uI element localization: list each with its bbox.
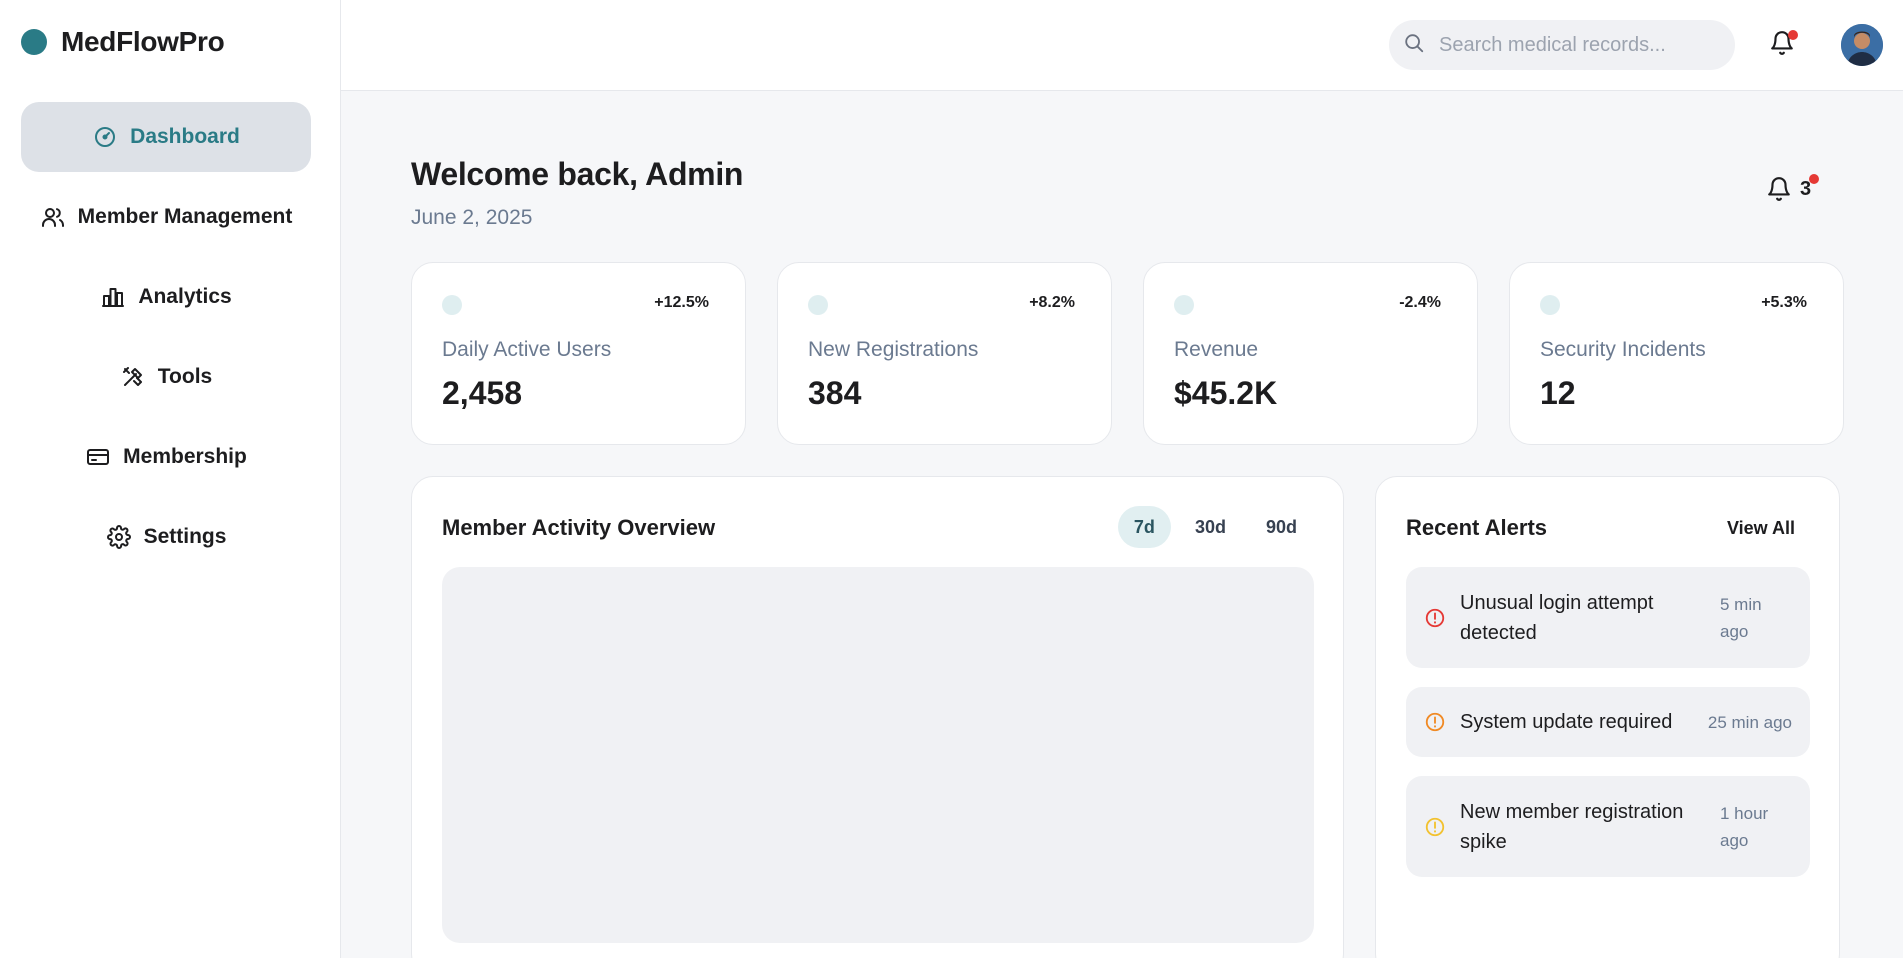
range-90d-button[interactable]: 90d bbox=[1250, 506, 1313, 548]
alert-text: System update required bbox=[1460, 711, 1673, 733]
alert-text: Unusual login attempt detected bbox=[1460, 591, 1654, 644]
stat-indicator-icon bbox=[1174, 295, 1194, 315]
alert-circle-icon bbox=[1424, 816, 1446, 838]
stat-label: Revenue bbox=[1174, 338, 1259, 361]
stat-change: +8.2% bbox=[1029, 294, 1075, 311]
alert-circle-icon bbox=[1424, 607, 1446, 629]
alert-circle-icon bbox=[1424, 711, 1446, 733]
alert-item[interactable]: New member registration spike 1 hour ago bbox=[1406, 776, 1810, 877]
alert-item[interactable]: System update required 25 min ago bbox=[1406, 687, 1810, 757]
users-icon bbox=[40, 204, 66, 230]
stat-value: 2,458 bbox=[442, 375, 523, 411]
stat-value: 12 bbox=[1540, 375, 1576, 411]
brand[interactable]: MedFlowPro bbox=[21, 26, 225, 58]
alert-time: 5 min ago bbox=[1720, 594, 1762, 641]
stat-label: New Registrations bbox=[808, 338, 979, 361]
stat-value: $45.2K bbox=[1174, 375, 1278, 411]
page-title: Welcome back, Admin bbox=[411, 156, 744, 192]
card-icon bbox=[85, 444, 111, 470]
sidebar-item-label: Tools bbox=[157, 365, 213, 388]
alert-text: New member registration spike bbox=[1460, 800, 1684, 853]
sidebar-item-membership[interactable]: Membership bbox=[21, 422, 311, 492]
card-title: Member Activity Overview bbox=[442, 515, 716, 540]
stat-change: -2.4% bbox=[1399, 294, 1441, 311]
sidebar-item-label: Settings bbox=[143, 525, 227, 548]
member-activity-card: Member Activity Overview 7d 30d 90d bbox=[411, 476, 1344, 958]
card-title: Recent Alerts bbox=[1406, 515, 1548, 540]
page-date: June 2, 2025 bbox=[411, 206, 533, 229]
search-bar[interactable] bbox=[1389, 20, 1735, 70]
sidebar-item-settings[interactable]: Settings bbox=[21, 502, 311, 572]
stat-label: Daily Active Users bbox=[442, 338, 612, 361]
notification-dot bbox=[1809, 174, 1819, 184]
alert-item[interactable]: Unusual login attempt detected 5 min ago bbox=[1406, 567, 1810, 668]
sidebar-item-dashboard[interactable]: Dashboard bbox=[21, 102, 311, 172]
sidebar-nav: Dashboard Member Management Analytics To… bbox=[21, 102, 311, 582]
gear-icon bbox=[106, 524, 132, 550]
tools-icon bbox=[120, 364, 146, 390]
notifications-button[interactable] bbox=[1766, 28, 1798, 62]
search-input[interactable] bbox=[1439, 33, 1719, 57]
avatar[interactable] bbox=[1841, 24, 1883, 66]
brand-logo-icon bbox=[21, 29, 47, 55]
stat-indicator-icon bbox=[808, 295, 828, 315]
range-selector: 7d 30d 90d bbox=[1117, 506, 1313, 548]
range-30d-button[interactable]: 30d bbox=[1179, 506, 1242, 548]
notification-dot bbox=[1788, 30, 1798, 40]
range-7d-button[interactable]: 7d bbox=[1117, 506, 1171, 548]
search-icon bbox=[1403, 32, 1425, 59]
alert-time: 25 min ago bbox=[1707, 712, 1792, 732]
chart-placeholder bbox=[442, 567, 1314, 943]
stat-card-revenue[interactable]: -2.4% Revenue $45.2K bbox=[1143, 262, 1478, 445]
bar-chart-icon bbox=[100, 284, 126, 310]
sidebar: MedFlowPro Dashboard Member Management A… bbox=[0, 0, 341, 958]
sidebar-item-label: Membership bbox=[123, 445, 247, 468]
sidebar-item-member-management[interactable]: Member Management bbox=[21, 182, 311, 252]
brand-name: MedFlowPro bbox=[61, 26, 225, 57]
sidebar-item-label: Dashboard bbox=[130, 125, 240, 148]
stat-card-daily-active-users[interactable]: +12.5% Daily Active Users 2,458 bbox=[411, 262, 746, 445]
stat-value: 384 bbox=[808, 375, 862, 411]
bell-icon bbox=[1766, 176, 1792, 202]
stats-row: +12.5% Daily Active Users 2,458 +8.2% Ne… bbox=[411, 262, 1844, 445]
top-header bbox=[341, 0, 1903, 91]
alert-time: 1 hour ago bbox=[1720, 803, 1769, 850]
stat-card-new-registrations[interactable]: +8.2% New Registrations 384 bbox=[777, 262, 1112, 445]
stat-indicator-icon bbox=[442, 295, 462, 315]
stat-label: Security Incidents bbox=[1540, 338, 1706, 361]
stat-card-security-incidents[interactable]: +5.3% Security Incidents 12 bbox=[1509, 262, 1844, 445]
stat-change: +5.3% bbox=[1761, 294, 1807, 311]
sidebar-item-label: Member Management bbox=[77, 205, 293, 228]
user-avatar-icon bbox=[1841, 24, 1883, 66]
sidebar-item-analytics[interactable]: Analytics bbox=[21, 262, 311, 332]
sidebar-item-label: Analytics bbox=[138, 285, 232, 308]
stat-change: +12.5% bbox=[654, 294, 709, 311]
gauge-icon bbox=[92, 124, 118, 150]
view-all-link[interactable]: View All bbox=[1727, 518, 1795, 539]
stat-indicator-icon bbox=[1540, 295, 1560, 315]
recent-alerts-card: Recent Alerts View All Unusual login att… bbox=[1375, 476, 1840, 958]
alerts-count-button[interactable]: 3 bbox=[1766, 174, 1819, 202]
sidebar-item-tools[interactable]: Tools bbox=[21, 342, 311, 412]
